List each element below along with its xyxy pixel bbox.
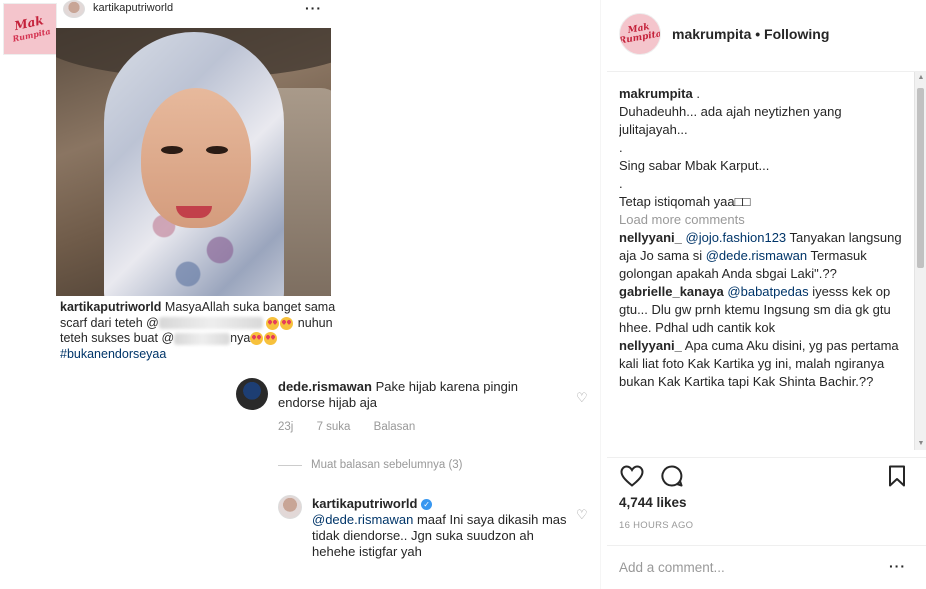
verified-badge-icon: ✓ — [421, 499, 433, 511]
account-avatar[interactable]: Mak Rumpita — [619, 13, 661, 55]
scroll-up-arrow-icon[interactable]: ▲ — [915, 72, 926, 84]
comments-list: makrumpita . Duhadeuhh... ada ajah neyti… — [619, 85, 907, 457]
comment-mention[interactable]: @jojo.fashion123 — [686, 230, 787, 245]
caption-hashtag[interactable]: #bukanendorseyaa — [60, 347, 166, 361]
heart-eyes-emoji-icon — [266, 316, 280, 330]
caption-line: Tetap istiqomah yaa□□ — [619, 194, 751, 209]
caption-line: . — [619, 140, 623, 155]
comment-icon[interactable] — [659, 463, 685, 489]
caption-text-3: nya — [230, 331, 251, 345]
caption-username[interactable]: kartikaputriworld — [60, 300, 161, 314]
post-caption-header: makrumpita . — [619, 85, 907, 103]
comments-scrollbar[interactable]: ▲ ▼ — [914, 72, 926, 450]
account-username[interactable]: makrumpita — [672, 26, 751, 42]
load-previous-replies[interactable]: Muat balasan sebelumnya (3) — [311, 459, 463, 471]
reply-comment: dede.rismawan Pake hijab karena pingin e… — [278, 379, 568, 411]
caption-line: Duhadeuhh... ada ajah neytizhen yang jul… — [619, 104, 842, 137]
heart-eyes-emoji-icon — [264, 332, 278, 346]
comment-mention[interactable]: @dede.rismawan — [706, 248, 807, 263]
caption-line: . — [619, 176, 623, 191]
brand-logo: Mak Rumpita — [3, 3, 57, 55]
reply-like-heart-icon[interactable]: ♡ — [576, 390, 588, 406]
comment-username[interactable]: nellyyani_ — [619, 230, 682, 245]
post-caption: kartikaputriworld MasyaAllah suka banget… — [60, 300, 350, 362]
post-more-options-icon[interactable]: ··· — [305, 0, 322, 16]
heart-eyes-emoji-icon — [280, 316, 294, 330]
reply-time: 23j — [278, 421, 294, 433]
blurred-mention — [158, 317, 263, 330]
bookmark-icon[interactable] — [884, 463, 910, 489]
post-photo — [56, 28, 331, 296]
heart-eyes-emoji-icon — [250, 332, 264, 346]
reply-meta: 23j 7 suka Balasan — [278, 421, 435, 433]
post-author-username[interactable]: kartikaputriworld — [93, 2, 173, 14]
caption-line: Sing sabar Mbak Karput... — [619, 158, 770, 173]
reply-likes-count[interactable]: 7 suka — [317, 421, 351, 433]
comment-mention[interactable]: @babatpedas — [727, 284, 808, 299]
post-header: Mak Rumpita makrumpita • Following — [607, 0, 926, 72]
divider-line — [278, 465, 302, 466]
reply-like-heart-icon[interactable]: ♡ — [576, 507, 588, 523]
reply-mention[interactable]: @dede.rismawan — [312, 512, 413, 527]
comment-item: nellyyani_ @jojo.fashion123 Tanyakan lan… — [619, 229, 907, 283]
account-username-line: makrumpita • Following — [672, 26, 829, 42]
comment-username[interactable]: gabrielle_kanaya — [619, 284, 724, 299]
reply-username[interactable]: kartikaputriworld — [312, 496, 417, 511]
reply-comment: kartikaputriworld ✓ @dede.rismawan maaf … — [312, 496, 580, 560]
comment-username[interactable]: nellyyani_ — [619, 338, 682, 353]
scroll-down-arrow-icon[interactable]: ▼ — [915, 438, 926, 450]
add-comment-bar: Add a comment... ··· — [607, 545, 926, 589]
reply-username[interactable]: dede.rismawan — [278, 379, 372, 394]
more-options-icon[interactable]: ··· — [889, 558, 906, 574]
avatar-logo-line2: Rumpita — [619, 29, 661, 47]
reply-avatar[interactable] — [236, 378, 268, 410]
blurred-mention — [174, 332, 231, 345]
panel-divider — [600, 0, 601, 589]
add-comment-input[interactable]: Add a comment... — [619, 560, 725, 575]
likes-count[interactable]: 4,744 likes — [619, 495, 687, 510]
scrollbar-thumb[interactable] — [917, 88, 924, 268]
post-timestamp[interactable]: 16 HOURS AGO — [619, 520, 693, 531]
instagram-post-panel: Mak Rumpita makrumpita • Following makru… — [607, 0, 926, 589]
reply-button[interactable]: Balasan — [374, 421, 416, 433]
post-author-avatar[interactable] — [63, 0, 85, 18]
comment-item: nellyyani_ Apa cuma Aku disini, yg pas p… — [619, 337, 907, 391]
reply-avatar[interactable] — [278, 495, 302, 519]
comment-item: gabrielle_kanaya @babatpedas iyesss kek … — [619, 283, 907, 337]
separator-dot: • — [755, 26, 761, 42]
caption-suffix: . — [692, 86, 700, 101]
caption-username[interactable]: makrumpita — [619, 86, 693, 101]
post-actions — [607, 457, 926, 489]
following-button[interactable]: Following — [764, 26, 829, 42]
heart-icon[interactable] — [619, 463, 645, 489]
load-more-comments-button[interactable]: Load more comments — [619, 211, 907, 229]
embedded-post-screenshot: Mak Rumpita kartikaputriworld ··· kartik… — [0, 0, 600, 589]
